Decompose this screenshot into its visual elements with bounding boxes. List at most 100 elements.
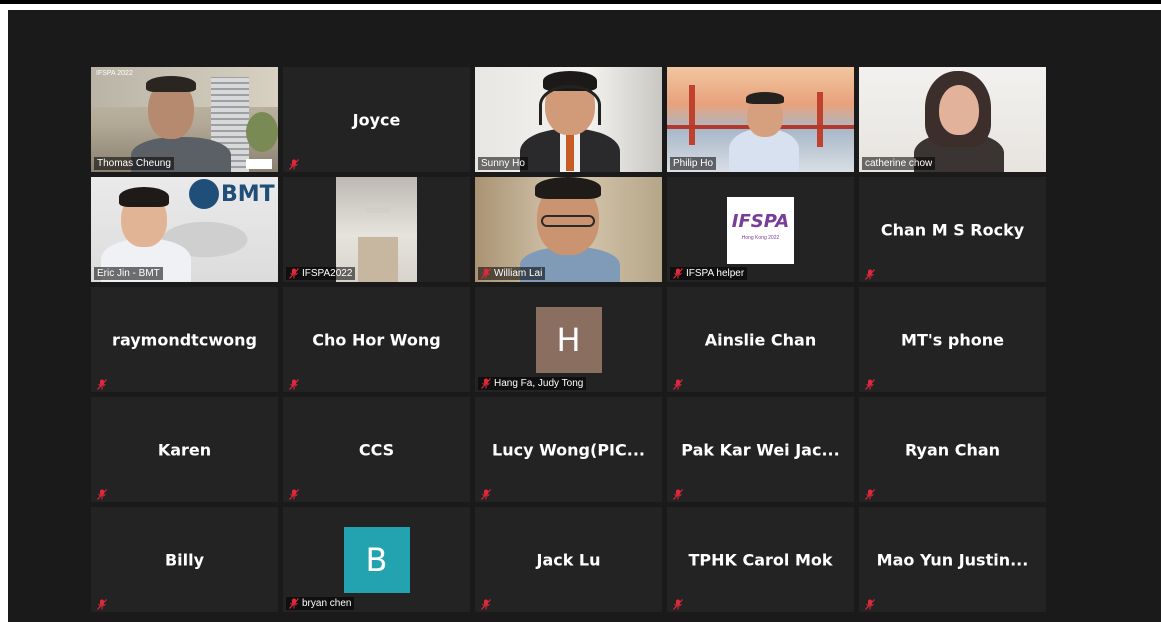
participant-label: William Lai [478,267,546,280]
participant-display-name: Karen [157,440,212,459]
participant-label: bryan chen [286,597,355,610]
participant-tile[interactable]: H Hang Fa, Judy Tong [475,287,662,392]
participant-tile[interactable]: Lucy Wong(PIC... [475,397,662,502]
ifspa-logo-card: IFSPA Hong Kong 2022 [727,197,794,264]
participant-name: catherine chow [865,158,933,169]
tree-shape [246,112,278,152]
person-hair [146,76,196,92]
participant-display-name: Lucy Wong(PIC... [492,440,645,459]
participant-tile[interactable]: Karen [91,397,278,502]
participant-tile[interactable]: B bryan chen [283,507,470,612]
participant-tile[interactable]: Jack Lu [475,507,662,612]
microphone-muted-icon [289,489,299,500]
headset [539,85,601,125]
participant-label: Hang Fa, Judy Tong [478,377,587,390]
participant-tile[interactable]: raymondtcwong [91,287,278,392]
participant-display-name: Mao Yun Justin... [876,550,1029,569]
microphone-muted-icon [673,489,683,500]
participant-tile[interactable]: William Lai [475,177,662,282]
person-hair [535,177,601,199]
ifspa-logo-subtitle: Hong Kong 2022 [741,235,780,241]
microphone-muted-icon [865,379,875,390]
microphone-muted-icon [289,159,299,170]
participant-label [862,489,881,500]
participant-label [478,489,497,500]
participant-tile[interactable]: catherine chow [859,67,1046,172]
participant-label [94,489,113,500]
avatar: B [343,526,410,593]
participant-tile[interactable]: Joyce [283,67,470,172]
participant-label [94,379,113,390]
person-hair [746,92,784,104]
participant-label [94,599,113,610]
glasses [541,215,595,227]
participant-display-name: Pak Kar Wei Jac... [681,440,840,459]
room-ceiling-light [366,203,390,213]
screen-top-bar [0,0,1161,4]
participant-display-name: Billy [164,550,205,569]
microphone-muted-icon [673,599,683,610]
participant-label [862,379,881,390]
participant-name: William Lai [494,268,543,279]
participant-tile[interactable]: Philip Ho [667,67,854,172]
participant-label [478,599,497,610]
participant-label: catherine chow [862,157,936,170]
participant-display-name: Ryan Chan [904,440,1001,459]
participant-name: Thomas Cheung [97,158,171,169]
participant-tile[interactable]: Cho Hor Wong [283,287,470,392]
participant-tile[interactable]: IFSPA 2022 Thomas Cheung [91,67,278,172]
participant-name: Eric Jin - BMT [97,268,160,279]
bmt-logo-text: BMT [221,182,275,207]
participant-label [670,379,689,390]
participant-tile[interactable]: Pak Kar Wei Jac... [667,397,854,502]
microphone-muted-icon [289,268,299,279]
participant-display-name: Chan M S Rocky [880,220,1025,239]
room-window [358,237,398,282]
participant-tile[interactable]: IFSPA Hong Kong 2022 IFSPA helper [667,177,854,282]
participant-tile-active-speaker[interactable]: BMT Eric Jin - BMT [91,177,278,282]
bridge-tower-right [817,92,823,147]
microphone-muted-icon [97,489,107,500]
participant-label [286,159,305,170]
participant-tile[interactable]: MT's phone [859,287,1046,392]
participant-display-name: Ainslie Chan [704,330,817,349]
participant-display-name: TPHK Carol Mok [688,550,833,569]
microphone-muted-icon [865,489,875,500]
participant-tile[interactable]: Ryan Chan [859,397,1046,502]
participant-name: IFSPA helper [686,268,745,279]
ifspa-logo-text: IFSPA [731,211,790,232]
microphone-muted-icon [289,598,299,609]
participant-label: IFSPA helper [670,267,748,280]
participant-label: Eric Jin - BMT [94,267,163,280]
participant-name: IFSPA2022 [302,268,353,279]
avatar: H [535,306,602,373]
meeting-window: IFSPA 2022 Thomas Cheung Joyce Sunny Ho … [8,10,1161,622]
participant-display-name: Cho Hor Wong [312,330,441,349]
participant-tile[interactable]: Chan M S Rocky [859,177,1046,282]
participant-tile[interactable]: Ainslie Chan [667,287,854,392]
avatar-initial: B [365,540,388,579]
microphone-muted-icon [481,268,491,279]
person-head [939,85,979,135]
microphone-muted-icon [673,268,683,279]
participant-label [862,599,881,610]
person-hair [119,187,169,207]
participant-tile[interactable]: TPHK Carol Mok [667,507,854,612]
avatar-initial: H [556,320,581,359]
microphone-muted-icon [865,599,875,610]
person-tie [566,133,574,171]
participant-display-name: Jack Lu [536,550,601,569]
microphone-muted-icon [289,379,299,390]
participant-tile[interactable]: Sunny Ho [475,67,662,172]
participant-tile[interactable]: IFSPA2022 [283,177,470,282]
participant-tile[interactable]: Billy [91,507,278,612]
participant-name: Sunny Ho [481,158,525,169]
participant-label: IFSPA2022 [286,267,356,280]
participant-name: bryan chen [302,598,352,609]
participant-label [670,599,689,610]
participant-display-name: CCS [358,440,395,459]
participant-tile[interactable]: Mao Yun Justin... [859,507,1046,612]
participant-tile[interactable]: CCS [283,397,470,502]
participant-name: Philip Ho [673,158,714,169]
slide-logo [246,159,272,169]
